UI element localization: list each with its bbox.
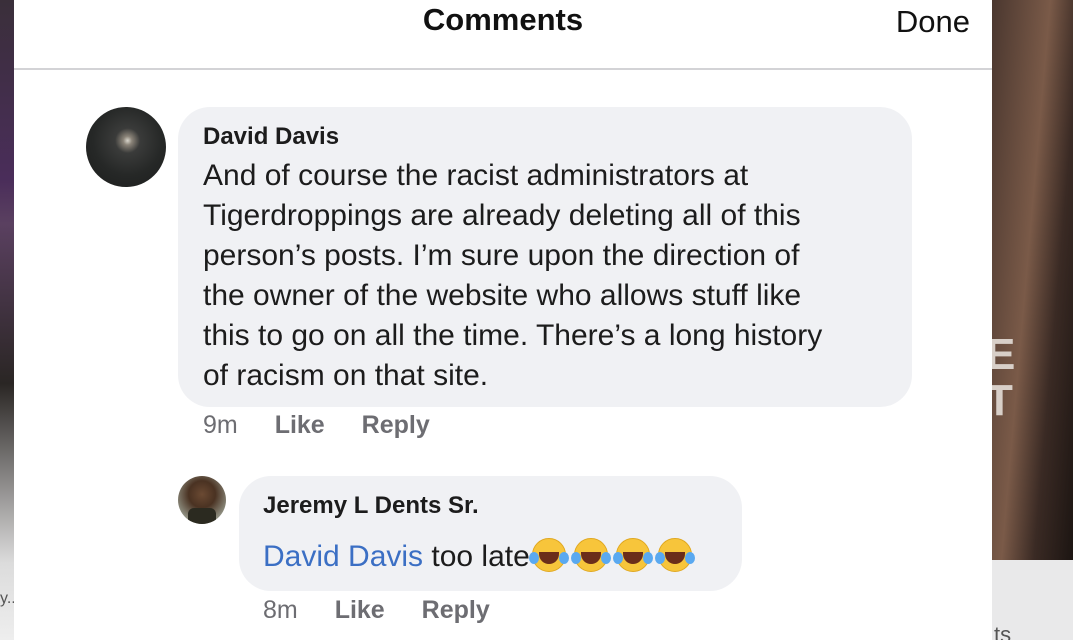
face-with-tears-of-joy-icon [612, 536, 653, 574]
background-right-footer-text: ts [994, 622, 1012, 640]
like-button[interactable]: Like [275, 411, 325, 440]
emoji-row [528, 538, 698, 573]
avatar-shirt [188, 508, 216, 524]
face-with-tears-of-joy-icon [654, 536, 695, 574]
reply-button[interactable]: Reply [422, 596, 490, 625]
reply-author[interactable]: Jeremy L Dents Sr. [263, 492, 479, 520]
face-with-tears-of-joy-icon [528, 536, 569, 574]
background-left-edge [0, 0, 14, 640]
avatar[interactable] [178, 476, 226, 524]
like-button[interactable]: Like [335, 596, 385, 625]
background-right-image [992, 0, 1073, 560]
done-button[interactable]: Done [896, 4, 970, 40]
mention-link[interactable]: David Davis [263, 540, 423, 573]
background-right-edge: E T ts [992, 0, 1073, 640]
reply-text: David Davis too late [263, 536, 698, 574]
comment-text: And of course the racist administrators … [203, 159, 823, 392]
page-title: Comments [422, 2, 584, 37]
reply-time: 8m [263, 596, 298, 624]
reply-meta: 8m Like Reply [263, 596, 520, 625]
comment-author[interactable]: David Davis [203, 123, 339, 151]
reply-button[interactable]: Reply [362, 411, 430, 440]
background-right-footer: ts [992, 560, 1073, 640]
background-left-fragment: y.. [0, 590, 14, 607]
reply-text-body: too late [423, 540, 530, 573]
comment-time: 9m [203, 411, 238, 439]
background-right-letters: E T [992, 330, 1016, 425]
face-with-tears-of-joy-icon [570, 536, 611, 574]
avatar[interactable] [86, 107, 166, 187]
comments-sheet: Comments Done David Davis And of course … [14, 0, 992, 640]
comments-header: Comments Done [14, 0, 992, 70]
comment-meta: 9m Like Reply [203, 411, 460, 440]
